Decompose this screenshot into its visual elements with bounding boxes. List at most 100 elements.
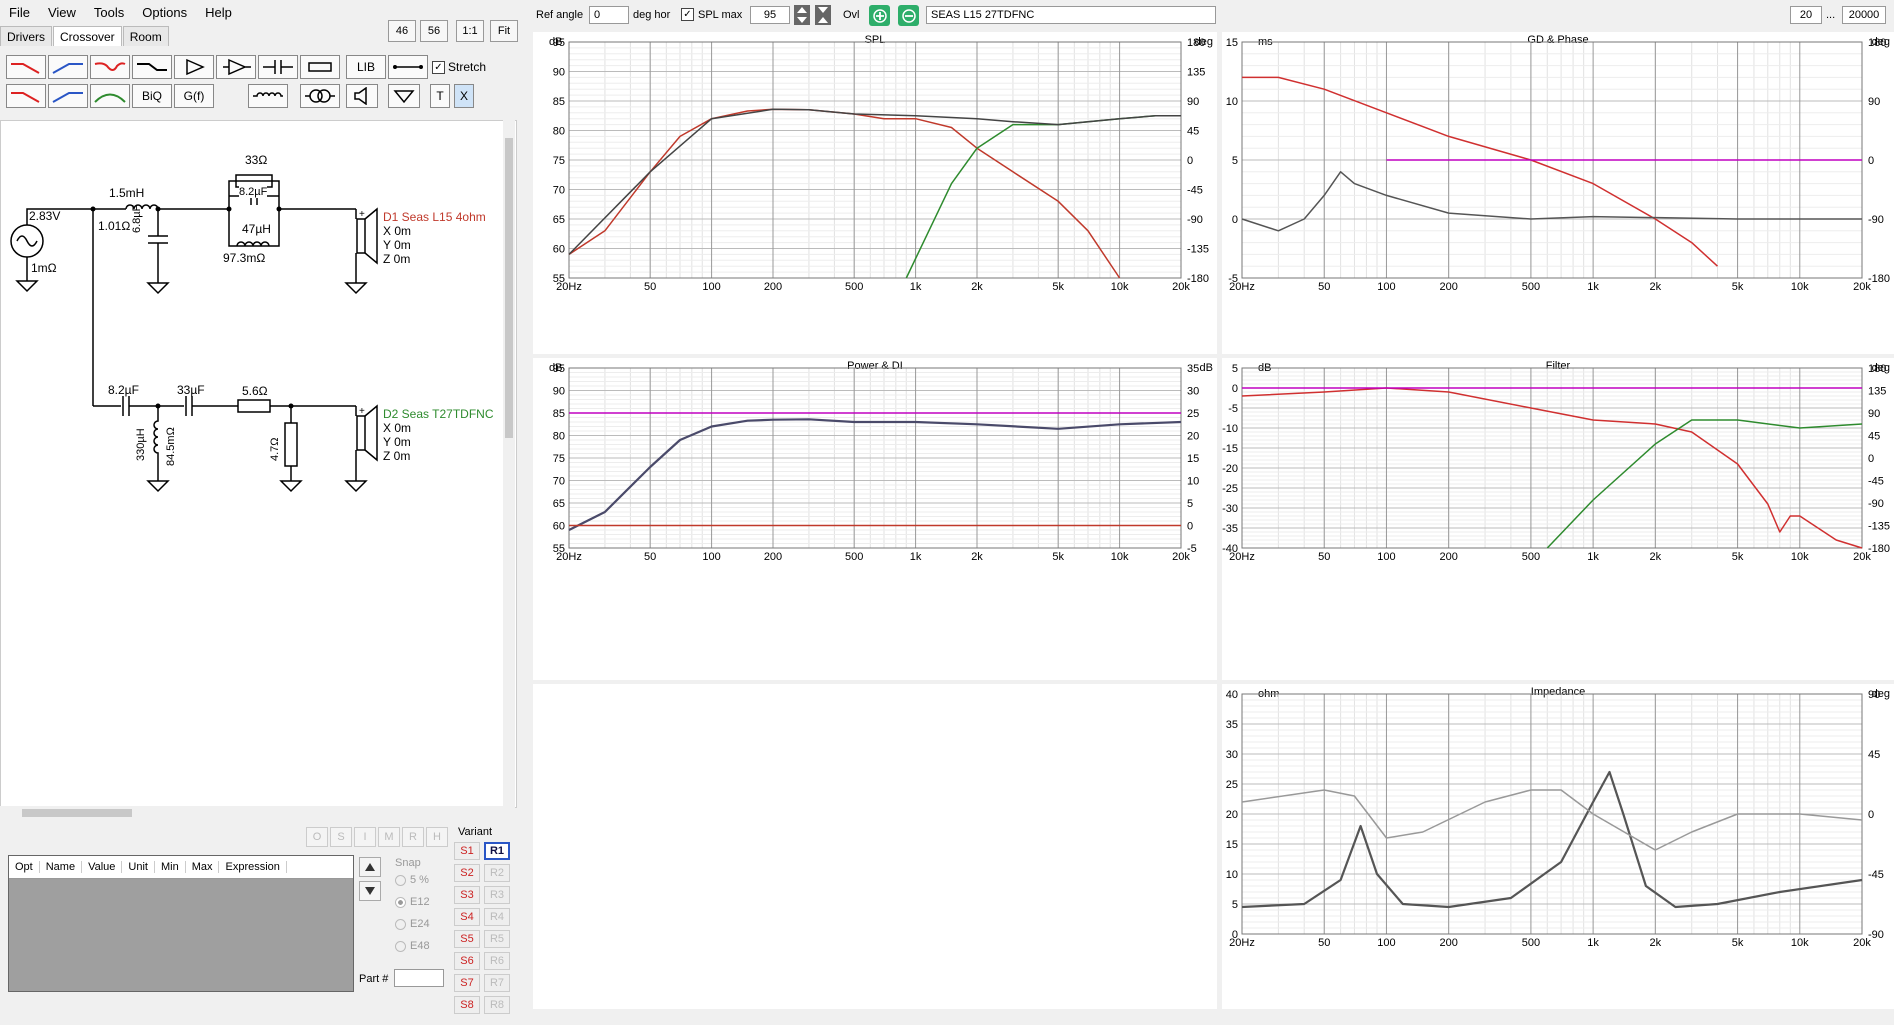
speaker-button[interactable] xyxy=(346,84,378,108)
variant-s2-button[interactable]: S2 xyxy=(454,864,480,882)
add-overlay-button[interactable] xyxy=(869,5,890,26)
capacitor3-value[interactable]: 33µF xyxy=(177,383,205,397)
variant-s5-button[interactable]: S5 xyxy=(454,930,480,948)
snap-5pct-option[interactable]: 5 % xyxy=(395,874,429,886)
horizontal-scroll-thumb[interactable] xyxy=(22,809,132,817)
gd-phase-chart[interactable]: GD & Phase ms deg 15 10 5 0 -5 180 90 0 -90 -180 2… xyxy=(1222,32,1894,354)
col-name[interactable]: Name xyxy=(40,861,83,873)
variant-s7-button[interactable]: S7 xyxy=(454,974,480,992)
stretch-checkbox[interactable]: ✓ xyxy=(432,60,445,74)
lowpass2-filter-button[interactable] xyxy=(6,84,46,108)
variant-r4-button[interactable]: R4 xyxy=(484,908,510,926)
zoom-1to1-button[interactable]: 1:1 xyxy=(456,20,484,42)
spl-max-checkbox[interactable]: ✓ xyxy=(681,8,694,21)
driver2-name[interactable]: D2 Seas T27TDFNC xyxy=(383,407,493,421)
notch-filter-button[interactable] xyxy=(90,55,130,79)
variant-s3-button[interactable]: S3 xyxy=(454,886,480,904)
ground-button[interactable] xyxy=(388,84,420,108)
power-di-chart[interactable]: Power & DI dB dB 95 90 85 80 75 70 65 60 55 35 30 2… xyxy=(533,358,1217,680)
col-expression[interactable]: Expression xyxy=(219,861,287,873)
capacitor-button[interactable] xyxy=(258,55,298,79)
variant-r8-button[interactable]: R8 xyxy=(484,996,510,1014)
snap-e48-option[interactable]: E48 xyxy=(395,940,430,952)
col-value[interactable]: Value xyxy=(82,861,123,873)
resistor3-value[interactable]: 4.7Ω xyxy=(269,437,281,461)
variant-r5-button[interactable]: R5 xyxy=(484,930,510,948)
library-button[interactable]: LIB xyxy=(346,55,386,79)
inductor1-value[interactable]: 1.5mH xyxy=(109,186,144,200)
delete-tool-button[interactable]: X xyxy=(454,84,474,108)
shelf-filter-button[interactable] xyxy=(132,55,172,79)
ref-angle-input[interactable]: 0 xyxy=(589,6,629,24)
bandpass-filter-button[interactable] xyxy=(90,84,130,108)
filter-chart[interactable]: Filter dB deg 5 0 -5 -10 -15 -20 -25 -30 -35 -40 1… xyxy=(1222,358,1894,680)
variant-s1-button[interactable]: S1 xyxy=(454,842,480,860)
stretch-option[interactable]: ✓ Stretch xyxy=(432,60,486,74)
text-tool-button[interactable]: T xyxy=(430,84,450,108)
highpass-filter-button[interactable] xyxy=(48,55,88,79)
lowpass-filter-button[interactable] xyxy=(6,55,46,79)
biquad-button[interactable]: BiQ xyxy=(132,84,172,108)
col-max[interactable]: Max xyxy=(186,861,220,873)
menu-options[interactable]: Options xyxy=(133,5,196,20)
capacitor2-value[interactable]: 8.2µF xyxy=(108,383,139,397)
vertical-scroll-thumb[interactable] xyxy=(505,138,513,438)
snap-e12-option[interactable]: E12 xyxy=(395,896,430,908)
zoom-56-button[interactable]: 56 xyxy=(420,20,448,42)
schematic-canvas[interactable]: 2.83V 1mΩ 1.5mH 1.01Ω 6.8µF 33Ω 8.2µF 47… xyxy=(0,120,517,808)
opt-m-button[interactable]: M xyxy=(378,827,400,847)
opt-o-button[interactable]: O xyxy=(306,827,328,847)
col-min[interactable]: Min xyxy=(155,861,186,873)
tab-crossover[interactable]: Crossover xyxy=(53,26,122,46)
buffer-button[interactable] xyxy=(216,55,256,79)
menu-view[interactable]: View xyxy=(39,5,85,20)
opt-r-button[interactable]: R xyxy=(402,827,424,847)
col-opt[interactable]: Opt xyxy=(9,861,40,873)
resistor-top-value[interactable]: 33Ω xyxy=(245,153,267,167)
impedance-chart[interactable]: Impedance ohm deg 40 35 30 25 20 15 10 5 0 90 45 0-… xyxy=(1222,684,1894,1009)
remove-overlay-button[interactable] xyxy=(898,5,919,26)
highpass2-filter-button[interactable] xyxy=(48,84,88,108)
move-up-button[interactable] xyxy=(359,857,381,877)
inductor-button[interactable] xyxy=(248,84,288,108)
amplifier-button[interactable] xyxy=(174,55,214,79)
menu-help[interactable]: Help xyxy=(196,5,241,20)
opt-i-button[interactable]: I xyxy=(354,827,376,847)
zoom-fit-button[interactable]: Fit xyxy=(490,20,518,42)
resistor2-value[interactable]: 5.6Ω xyxy=(242,384,268,398)
schematic-vertical-scrollbar[interactable] xyxy=(503,120,515,806)
variant-s6-button[interactable]: S6 xyxy=(454,952,480,970)
menu-tools[interactable]: Tools xyxy=(85,5,133,20)
menu-file[interactable]: File xyxy=(0,5,39,20)
transformer-button[interactable] xyxy=(300,84,340,108)
variant-s4-button[interactable]: S4 xyxy=(454,908,480,926)
inductor-parallel-value[interactable]: 47µH xyxy=(242,222,271,236)
fit-arrows-button[interactable] xyxy=(815,5,831,25)
variant-r7-button[interactable]: R7 xyxy=(484,974,510,992)
variant-r3-button[interactable]: R3 xyxy=(484,886,510,904)
spl-max-input[interactable]: 95 xyxy=(750,6,790,24)
tab-room[interactable]: Room xyxy=(122,26,169,46)
variant-r2-button[interactable]: R2 xyxy=(484,864,510,882)
wire-button[interactable] xyxy=(388,55,428,79)
move-down-button[interactable] xyxy=(359,881,381,901)
part-number-input[interactable] xyxy=(394,969,444,987)
zoom-46-button[interactable]: 46 xyxy=(388,20,416,42)
schematic-horizontal-scrollbar[interactable] xyxy=(0,806,515,820)
variant-r6-button[interactable]: R6 xyxy=(484,952,510,970)
optimizer-table[interactable]: Opt Name Value Unit Min Max Expression xyxy=(8,855,354,992)
freq-max-input[interactable]: 20000 xyxy=(1842,6,1886,24)
variant-r1-button[interactable]: R1 xyxy=(484,842,510,860)
tab-drivers[interactable]: Drivers xyxy=(0,26,52,46)
capacitor1-value[interactable]: 6.8µF xyxy=(131,205,143,233)
freq-min-input[interactable]: 20 xyxy=(1790,6,1822,24)
driver1-name[interactable]: D1 Seas L15 4ohm xyxy=(383,210,486,224)
variant-s8-button[interactable]: S8 xyxy=(454,996,480,1014)
spl-max-stepper[interactable] xyxy=(794,5,810,25)
opt-s-button[interactable]: S xyxy=(330,827,352,847)
driver-name-input[interactable]: SEAS L15 27TDFNC xyxy=(926,6,1216,24)
col-unit[interactable]: Unit xyxy=(122,861,155,873)
inductor2-value[interactable]: 330µH xyxy=(135,428,147,461)
snap-e24-option[interactable]: E24 xyxy=(395,918,430,930)
capacitor-parallel-value[interactable]: 8.2µF xyxy=(239,186,268,198)
